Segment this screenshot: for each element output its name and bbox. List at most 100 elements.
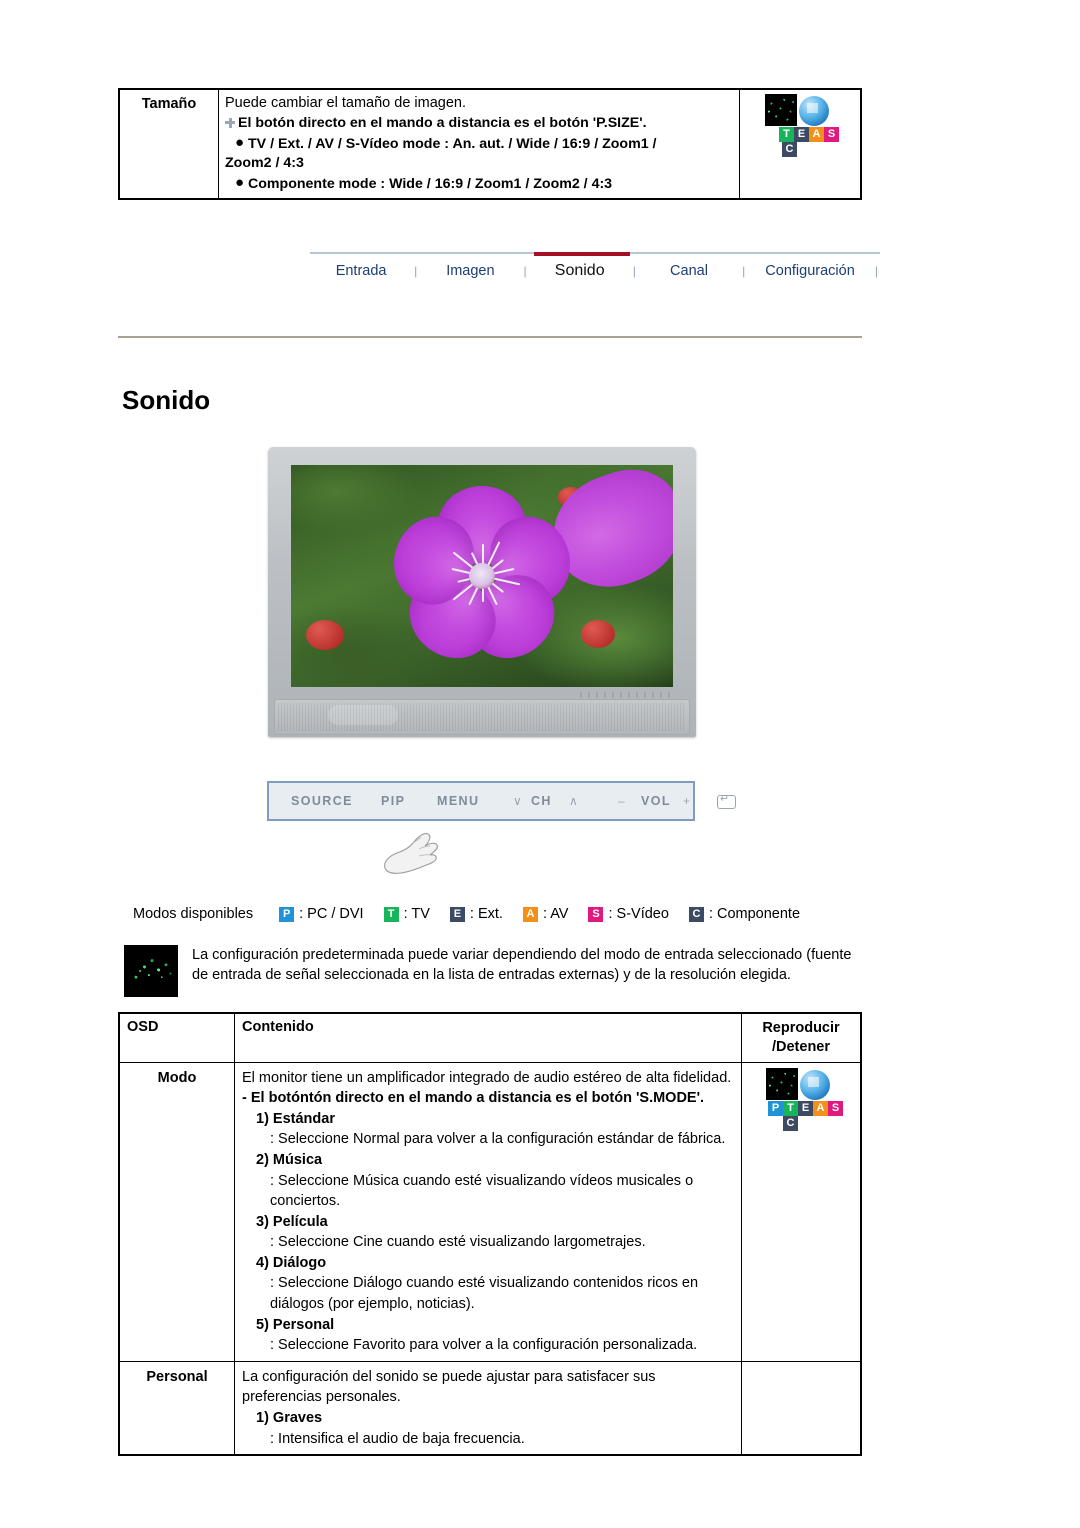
brand-dots xyxy=(580,692,672,698)
mode-badge-a: A xyxy=(522,906,538,922)
content-line-desc: : Seleccione Normal para volver a la con… xyxy=(270,1131,726,1148)
mode-badge-c: C xyxy=(782,142,797,157)
content-line-num: 1) Graves xyxy=(256,1409,323,1426)
tab-canal[interactable]: Canal xyxy=(638,261,740,281)
mode-badge-t: T xyxy=(783,1100,798,1116)
content-line-bold: - El botóntón directo en el mando a dist… xyxy=(242,1090,705,1107)
tamano-table: Tamaño Puede cambiar el tamaño de imagen… xyxy=(118,88,862,201)
mode-badge-p: P xyxy=(279,906,295,922)
tamano-line-3: Zoom2 / 4:3 xyxy=(225,154,304,171)
play-stop-cell xyxy=(741,1360,862,1456)
mode-badge-a: A xyxy=(809,127,824,142)
mode-badge-a: A xyxy=(813,1100,828,1116)
nav-separator: | xyxy=(742,264,746,278)
blue-sphere-icon xyxy=(800,1069,830,1100)
monitor-button-vol-plus[interactable]: + xyxy=(679,794,694,808)
title-divider xyxy=(118,336,862,338)
mode-badge-e: E xyxy=(449,906,465,922)
mode-legend-label: : Componente xyxy=(708,906,801,922)
monitor-screen xyxy=(291,465,673,687)
nav-separator: | xyxy=(414,264,418,278)
tamano-content: Puede cambiar el tamaño de imagen. El bo… xyxy=(218,88,740,200)
table-row: Modo El monitor tiene un amplificador int… xyxy=(118,1061,862,1362)
mode-legend-t: T: TV xyxy=(383,906,430,922)
table-body: Modo El monitor tiene un amplificador int… xyxy=(118,1061,862,1456)
monitor-button-source[interactable]: SOURCE xyxy=(291,794,353,808)
content-line-desc: : Intensifica el audio de baja frecuenci… xyxy=(270,1430,525,1447)
tamano-line-1: El botón directo en el mando a distancia… xyxy=(225,114,733,133)
available-modes-row: Modos disponibles P: PC / DVI T: TV E: Ext… xyxy=(133,906,820,922)
table-row: Personal La configuración del sonido se p… xyxy=(118,1360,862,1456)
header-play-stop: Reproducir /Detener xyxy=(741,1012,862,1063)
mode-badge-cluster-icon: TEAS C xyxy=(763,94,839,160)
blue-sphere-icon xyxy=(799,96,829,126)
monitor-button-pip[interactable]: PIP xyxy=(381,794,405,808)
content-line-desc: : Seleccione Música cuando esté visualiz… xyxy=(270,1172,694,1210)
monitor-button-ch-up[interactable]: ∧ xyxy=(565,794,582,808)
bullet-icon: ● xyxy=(235,133,245,151)
mode-badge-p: P xyxy=(768,1100,783,1116)
tab-sonido[interactable]: Sonido xyxy=(529,260,631,282)
content-line-plain: El monitor tiene un amplificador integra… xyxy=(242,1069,732,1086)
monitor-button-bar: SOURCE PIP MENU ∨ CH ∧ – VOL + xyxy=(267,781,736,821)
monitor-button-ch-down[interactable]: ∨ xyxy=(509,794,526,808)
mode-badge-c: C xyxy=(688,906,704,922)
table-header-row: OSD Contenido Reproducir /Detener xyxy=(118,1012,862,1063)
tab-entrada[interactable]: Entrada xyxy=(310,261,412,281)
tamano-line-1-text: El botón directo en el mando a distancia… xyxy=(238,114,647,131)
note-block: La configuración predeterminada puede va… xyxy=(124,945,864,997)
osd-label-modo: Modo xyxy=(118,1061,235,1362)
header-osd: OSD xyxy=(118,1012,235,1063)
mode-badge-cluster-icon: PTEASC xyxy=(764,1067,843,1134)
tab-imagen[interactable]: Imagen xyxy=(419,261,521,281)
monitor-logo xyxy=(328,705,398,725)
page-title: Sonido xyxy=(122,385,211,415)
tab-configuracin[interactable]: Configuración xyxy=(747,261,873,281)
tamano-line-0: Puede cambiar el tamaño de imagen. xyxy=(225,95,467,111)
table-head: OSD Contenido Reproducir /Detener xyxy=(118,1012,862,1063)
tamano-line-2: ● TV / Ext. / AV / S-Vídeo mode : An. au… xyxy=(225,133,733,154)
mode-legend-label: : PC / DVI xyxy=(299,906,364,922)
content-line-desc: : Seleccione Diálogo cuando esté visuali… xyxy=(270,1275,699,1313)
content-cell: La configuración del sonido se puede aju… xyxy=(234,1360,742,1456)
content-line-desc: : Seleccione Favorito para volver a la c… xyxy=(270,1337,698,1354)
pointing-hand-icon xyxy=(375,822,447,880)
header-play-line1: Reproducir xyxy=(762,1020,840,1036)
flower-center xyxy=(469,563,495,589)
content-line-plain: La configuración del sonido se puede aju… xyxy=(242,1368,656,1406)
header-play-line2: /Detener xyxy=(771,1038,831,1055)
mode-badge-s: S xyxy=(824,127,839,142)
monitor-button-vol-minus[interactable]: – xyxy=(614,794,629,808)
noise-square-icon xyxy=(765,94,797,126)
mode-legend-a: A: AV xyxy=(522,906,568,922)
mode-badge-s: S xyxy=(588,906,604,922)
nav-separator: | xyxy=(632,264,636,278)
mode-legend-label: : S-Vídeo xyxy=(608,906,669,922)
monitor-button-menu[interactable]: MENU xyxy=(437,794,479,808)
mode-legend-c: C: Componente xyxy=(688,906,801,922)
mode-badge-s: S xyxy=(828,1100,843,1116)
content-line-num: 2) Música xyxy=(256,1152,323,1168)
tamano-line-4: ● Componente mode : Wide / 16:9 / Zoom1 … xyxy=(225,173,733,194)
monitor-illustration xyxy=(268,447,696,737)
cluster-badge-row-2: C xyxy=(782,142,797,157)
mode-legend-s: S: S-Vídeo xyxy=(588,906,669,922)
note-text: La configuración predeterminada puede va… xyxy=(192,947,852,983)
mode-legend-label: : TV xyxy=(403,906,430,922)
content-line-num: 5) Personal xyxy=(256,1316,335,1333)
table-row: Tamaño Puede cambiar el tamaño de imagen… xyxy=(118,88,862,200)
nav-separator: | xyxy=(523,264,527,278)
mode-badge-t: T xyxy=(383,906,399,922)
monitor-button-ch[interactable]: CH xyxy=(531,794,552,808)
tamano-mode-icon-cell: TEAS C xyxy=(739,88,862,200)
enter-icon[interactable] xyxy=(717,792,736,809)
mode-badge-c: C xyxy=(783,1115,798,1131)
content-line-num: 1) Estándar xyxy=(256,1110,335,1127)
monitor-button-vol[interactable]: VOL xyxy=(641,794,671,808)
sound-osd-table: OSD Contenido Reproducir /Detener Modo El… xyxy=(118,1012,862,1457)
nav-separator: | xyxy=(874,264,879,278)
bullet-icon: ● xyxy=(235,174,245,192)
mode-badge-e: E xyxy=(794,127,809,142)
plus-icon xyxy=(225,117,235,128)
noise-square-icon xyxy=(766,1067,798,1100)
